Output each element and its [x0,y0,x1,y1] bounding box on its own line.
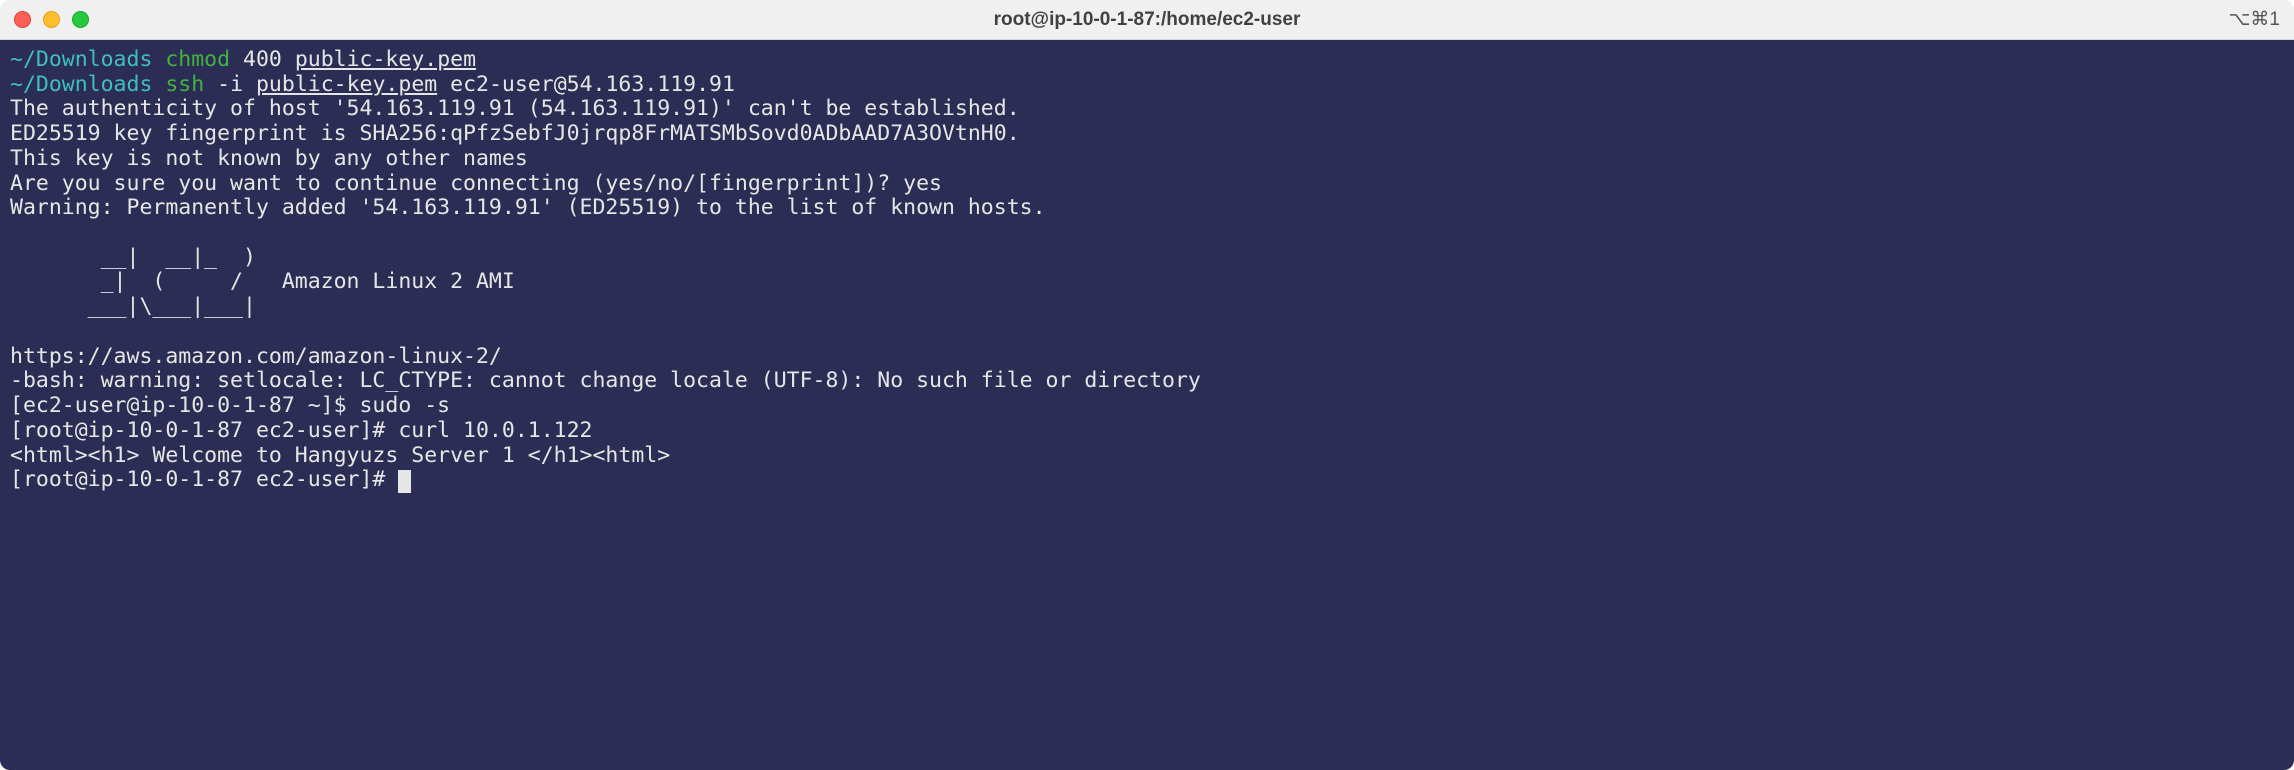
command-arg: 400 [243,47,282,72]
command: ssh [165,72,204,97]
maximize-button[interactable] [72,11,89,28]
terminal-content[interactable]: ~/Downloads chmod 400 public-key.pem ~/D… [0,40,2294,770]
output-line: ED25519 key fingerprint is SHA256:qPfzSe… [10,121,1020,146]
command-file: public-key.pem [256,72,437,97]
command: chmod [165,47,230,72]
output-line: The authenticity of host '54.163.119.91 … [10,96,1020,121]
output-line: -bash: warning: setlocale: LC_CTYPE: can… [10,368,1201,393]
output-line: Warning: Permanently added '54.163.119.9… [10,195,1046,220]
ascii-art-line: ___|\___|___| [10,294,256,319]
minimize-button[interactable] [43,11,60,28]
command-file: public-key.pem [295,47,476,72]
ascii-art-line: __| __|_ ) [10,245,256,270]
output-line: https://aws.amazon.com/amazon-linux-2/ [10,344,502,369]
window-title: root@ip-10-0-1-87:/home/ec2-user [994,9,1301,31]
terminal-window: root@ip-10-0-1-87:/home/ec2-user ⌥⌘1 ~/D… [0,0,2294,770]
prompt-dir: ~/Downloads [10,72,152,97]
command-arg: -i [217,72,243,97]
prompt-line: [ec2-user@ip-10-0-1-87 ~]$ sudo -s [10,393,450,418]
prompt-dir: ~/Downloads [10,47,152,72]
traffic-lights [14,11,89,28]
prompt-line: [root@ip-10-0-1-87 ec2-user]# [10,467,398,492]
prompt-line: [root@ip-10-0-1-87 ec2-user]# curl 10.0.… [10,418,592,443]
output-line: Are you sure you want to continue connec… [10,171,942,196]
titlebar: root@ip-10-0-1-87:/home/ec2-user ⌥⌘1 [0,0,2294,40]
ascii-art-line: _| ( / Amazon Linux 2 AMI [10,269,515,294]
output-line: This key is not known by any other names [10,146,528,171]
command-host: ec2-user@54.163.119.91 [450,72,735,97]
close-button[interactable] [14,11,31,28]
keyboard-shortcut: ⌥⌘1 [2229,8,2280,31]
cursor [398,470,411,493]
output-line: <html><h1> Welcome to Hangyuzs Server 1 … [10,443,670,468]
